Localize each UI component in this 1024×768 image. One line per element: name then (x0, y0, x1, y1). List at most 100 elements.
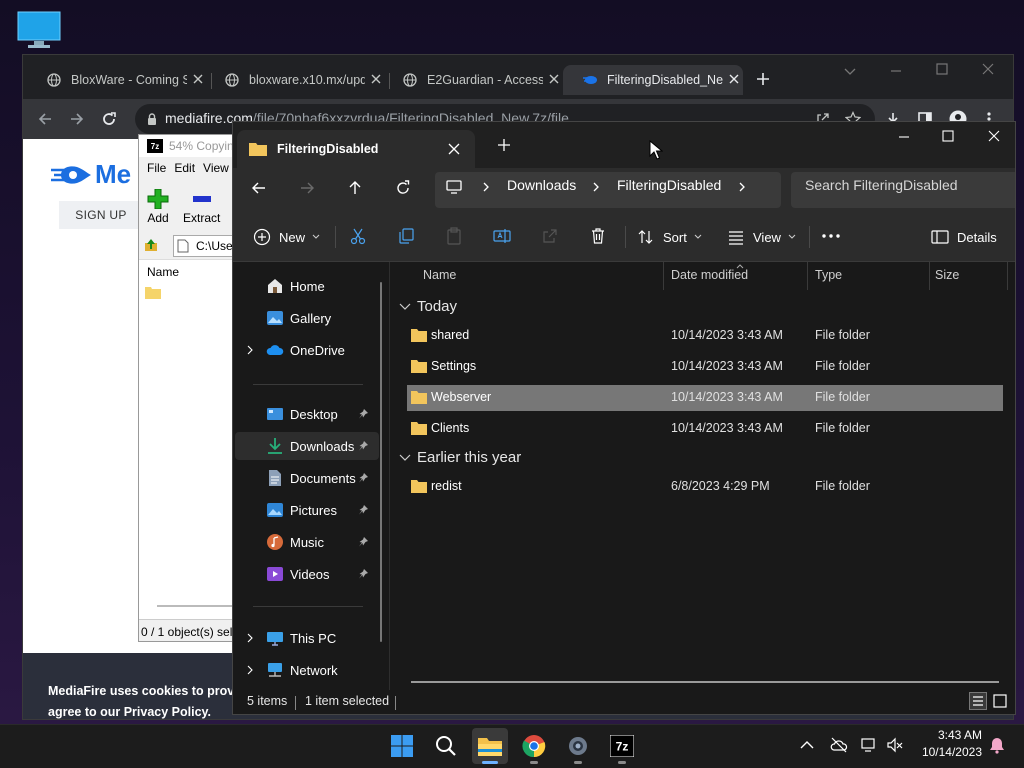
menu-file[interactable]: File (147, 161, 166, 179)
lock-icon[interactable] (145, 112, 159, 126)
pane-divider[interactable] (389, 262, 390, 692)
explorer-tab[interactable]: FilteringDisabled (237, 130, 475, 168)
more-options-icon[interactable] (821, 232, 841, 240)
chrome-tab-active[interactable]: FilteringDisabled_Ne (563, 65, 743, 95)
chevron-up-icon[interactable] (798, 736, 816, 754)
pin-icon[interactable] (357, 472, 369, 484)
view-button[interactable]: View (727, 226, 805, 248)
signup-button[interactable]: SIGN UP (59, 201, 143, 229)
command-divider (625, 226, 626, 248)
nav-scrollbar[interactable] (380, 282, 382, 642)
maximize-icon[interactable] (941, 129, 955, 143)
chevron-right-icon[interactable] (591, 181, 601, 193)
chrome-tab[interactable]: E2Guardian - Access (383, 65, 563, 95)
column-header-size[interactable]: Size (935, 268, 959, 282)
paste-icon[interactable] (445, 227, 463, 245)
close-tab-icon[interactable] (727, 72, 741, 86)
monitor-icon[interactable] (445, 178, 463, 196)
up-folder-icon[interactable] (143, 237, 159, 253)
pin-icon[interactable] (357, 568, 369, 580)
file-row[interactable]: Settings 10/14/2023 3:43 AM File folder (407, 354, 1003, 380)
new-button[interactable]: New (253, 226, 329, 248)
delete-icon[interactable] (589, 227, 607, 245)
group-header-earlier-this-year[interactable]: Earlier this year (399, 449, 521, 466)
pin-icon[interactable] (357, 536, 369, 548)
taskbar-file-explorer[interactable] (472, 728, 508, 764)
chrome-tab[interactable]: BloxWare - Coming S (27, 65, 207, 95)
taskbar-7zip[interactable]: 7z (604, 728, 640, 764)
notification-bell-icon[interactable] (988, 736, 1006, 754)
menu-view[interactable]: View (203, 161, 229, 179)
close-tab-icon[interactable] (547, 72, 561, 86)
clock-date[interactable]: 10/14/2023 (902, 745, 982, 759)
column-header-type[interactable]: Type (815, 268, 842, 282)
share-icon[interactable] (541, 227, 559, 245)
add-button[interactable]: Add (147, 189, 169, 225)
tiles-view-icon[interactable] (991, 692, 1009, 710)
copy-icon[interactable] (397, 227, 415, 245)
reload-icon[interactable] (101, 111, 117, 127)
chevron-right-icon[interactable] (737, 181, 747, 193)
7zip-window: 7z 54% Copying File Edit View Add Extrac… (138, 134, 238, 642)
sort-button[interactable]: Sort (637, 226, 711, 248)
horizontal-scrollbar[interactable] (411, 681, 999, 683)
back-arrow-icon[interactable] (249, 178, 269, 198)
refresh-icon[interactable] (393, 178, 413, 198)
new-tab-icon[interactable] (497, 138, 511, 152)
chrome-tab[interactable]: bloxware.x10.mx/upd (205, 65, 385, 95)
desktop-computer-icon[interactable] (16, 10, 62, 50)
breadcrumb-filteringdisabled[interactable]: FilteringDisabled (617, 177, 721, 193)
minimize-icon[interactable] (897, 130, 911, 144)
nav-item-onedrive[interactable]: OneDrive (235, 336, 379, 364)
chevron-right-icon[interactable] (481, 181, 491, 193)
column-divider[interactable] (807, 262, 808, 290)
network-display-icon[interactable] (860, 736, 878, 754)
file-row-selected[interactable]: Webserver 10/14/2023 3:43 AM File folder (407, 385, 1003, 411)
taskbar-search-button[interactable] (428, 728, 464, 764)
minimize-icon[interactable] (889, 64, 903, 78)
breadcrumb-downloads[interactable]: Downloads (507, 177, 576, 193)
nav-item-gallery[interactable]: Gallery (235, 304, 379, 332)
nav-item-network[interactable]: Network (235, 656, 379, 684)
column-divider[interactable] (663, 262, 664, 290)
details-button[interactable]: Details (931, 226, 997, 248)
close-icon[interactable] (981, 62, 995, 76)
column-header-name[interactable]: Name (423, 268, 456, 282)
close-tab-icon[interactable] (369, 72, 383, 86)
details-view-icon[interactable] (969, 692, 987, 710)
column-header-date[interactable]: Date modified (671, 268, 748, 282)
taskbar-settings[interactable] (560, 728, 596, 764)
forward-arrow-icon[interactable] (297, 178, 317, 198)
start-button[interactable] (384, 728, 420, 764)
maximize-icon[interactable] (935, 62, 949, 76)
column-divider[interactable] (1007, 262, 1008, 290)
group-header-today[interactable]: Today (399, 298, 457, 315)
chevron-down-icon[interactable] (843, 64, 857, 78)
file-row[interactable]: redist 6/8/2023 4:29 PM File folder (407, 474, 1003, 500)
file-row[interactable]: Clients 10/14/2023 3:43 AM File folder (407, 416, 1003, 442)
close-tab-icon[interactable] (191, 72, 205, 86)
up-arrow-icon[interactable] (345, 178, 365, 198)
cut-icon[interactable] (349, 227, 367, 245)
new-tab-icon[interactable] (755, 71, 771, 87)
clock-time[interactable]: 3:43 AM (936, 728, 982, 742)
nav-item-home[interactable]: Home (235, 272, 379, 300)
cloud-offline-icon[interactable] (830, 736, 848, 754)
extract-button[interactable]: Extract (183, 189, 220, 225)
nav-item-this-pc[interactable]: This PC (235, 624, 379, 652)
column-divider[interactable] (929, 262, 930, 290)
rename-icon[interactable] (493, 227, 511, 245)
7zip-file-list[interactable] (139, 259, 237, 619)
menu-edit[interactable]: Edit (174, 161, 195, 179)
taskbar-chrome[interactable] (516, 728, 552, 764)
7zip-scrollbar[interactable] (157, 605, 237, 607)
close-icon[interactable] (987, 129, 1001, 143)
pin-icon[interactable] (357, 440, 369, 452)
pin-icon[interactable] (357, 408, 369, 420)
close-tab-icon[interactable] (447, 142, 461, 156)
file-row[interactable]: shared 10/14/2023 3:43 AM File folder (407, 323, 1003, 349)
7zip-column-name[interactable]: Name (147, 265, 179, 279)
pin-icon[interactable] (357, 504, 369, 516)
back-arrow-icon[interactable] (37, 111, 53, 127)
forward-arrow-icon[interactable] (69, 111, 85, 127)
